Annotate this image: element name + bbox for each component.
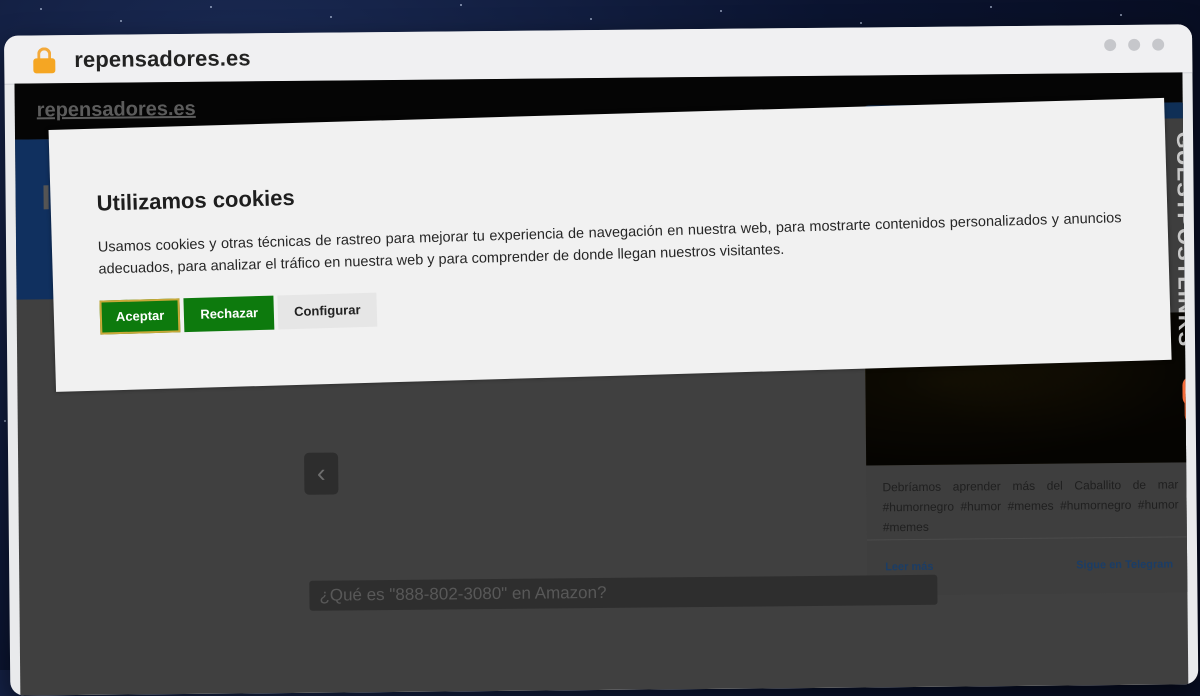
window-dot-icon[interactable] — [1104, 39, 1117, 52]
window-controls[interactable] — [1104, 38, 1165, 52]
site-logo[interactable]: repensadores.es — [37, 98, 196, 123]
cookie-title: Utilizamos cookies — [96, 184, 296, 216]
star — [990, 6, 992, 8]
configure-cookies-button[interactable]: Configurar — [277, 292, 378, 330]
window-dot-icon[interactable] — [1152, 38, 1165, 51]
star — [460, 4, 462, 6]
star — [40, 8, 42, 10]
cookie-dialog: Utilizamos cookies Usamos cookies y otra… — [48, 97, 1172, 392]
lock-icon — [32, 47, 56, 74]
chevron-left-icon[interactable]: ‹ — [304, 452, 339, 495]
star — [120, 20, 122, 22]
hero-divider — [43, 185, 49, 210]
read-more-link[interactable]: Leer más — [885, 561, 933, 573]
browser-window: repensadores.es repensadores.es Debríamo… — [4, 24, 1199, 696]
reject-cookies-button[interactable]: Rechazar — [183, 295, 275, 333]
star — [330, 16, 332, 18]
cookie-description: Usamos cookies y otras técnicas de rastr… — [97, 210, 1122, 278]
cookie-buttons: Aceptar Rechazar Configurar — [99, 292, 378, 335]
accept-cookies-button[interactable]: Aceptar — [99, 298, 181, 335]
search-banner[interactable]: ¿Qué es "888-802-3080" en Amazon? — [309, 574, 938, 611]
window-dot-icon[interactable] — [1128, 38, 1141, 51]
star — [590, 18, 592, 20]
star — [1120, 14, 1122, 16]
star — [860, 22, 862, 24]
star — [210, 6, 212, 8]
address-title: repensadores.es — [74, 45, 251, 73]
chain-link-icon — [1182, 376, 1189, 425]
side-card-text: Debríamos aprender más del Caballito de … — [882, 477, 1179, 535]
search-banner-text: ¿Qué es "888-802-3080" en Amazon? — [319, 582, 607, 605]
star — [720, 10, 722, 12]
star — [4, 420, 6, 422]
telegram-link[interactable]: Sigue en Telegram — [1076, 559, 1173, 572]
